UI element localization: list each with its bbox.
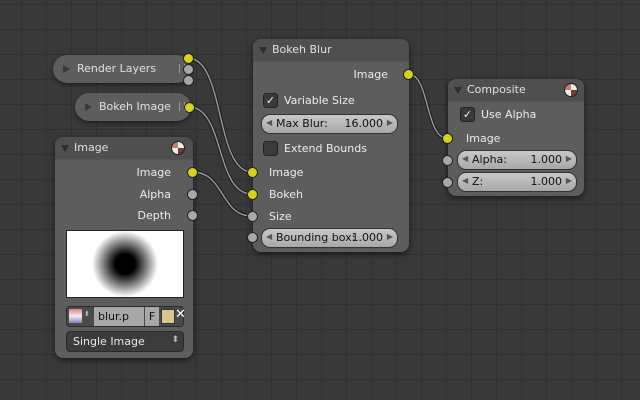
source-value: Single Image [73, 335, 145, 348]
render-layers-image-socket[interactable] [183, 53, 194, 64]
alpha-output-socket[interactable] [187, 189, 198, 200]
collapse-icon[interactable] [259, 47, 267, 54]
output-alpha-label: Alpha [139, 188, 171, 201]
composite-image-socket[interactable] [442, 133, 453, 144]
fake-user-button[interactable]: F [145, 307, 159, 326]
composite-z-socket[interactable] [442, 177, 453, 188]
blur-image-input-socket[interactable] [247, 167, 258, 178]
blur-output-socket[interactable] [403, 69, 414, 80]
expand-icon[interactable] [85, 103, 92, 111]
image-output-socket[interactable] [187, 167, 198, 178]
node-title: Bokeh Image [99, 100, 171, 113]
node-editor[interactable]: Render Layers Bokeh Image Image Image Al… [0, 0, 640, 400]
use-alpha-label: Use Alpha [481, 108, 537, 121]
preview-toggle-icon[interactable] [171, 141, 185, 155]
link-image-to-size [191, 171, 253, 217]
bounding-box-label: Bounding box: [276, 231, 356, 244]
blur-bbox-input-socket[interactable] [247, 232, 258, 243]
image-node[interactable]: Image Image Alpha Depth ⬍ blur.p F ✕ Sin… [55, 137, 193, 358]
alpha-value: 1.000 [530, 153, 563, 166]
render-layers-alpha-socket[interactable] [183, 64, 194, 75]
use-alpha-checkbox[interactable]: ✓ [460, 107, 475, 122]
alpha-label: Alpha: [472, 153, 507, 166]
collapse-icon[interactable] [454, 87, 462, 94]
node-title: Composite [467, 83, 526, 96]
output-image-label: Image [353, 68, 388, 81]
render-layers-z-socket[interactable] [183, 75, 194, 86]
z-value: 1.000 [530, 175, 563, 188]
blur-bokeh-input-socket[interactable] [247, 189, 258, 200]
input-bokeh-label: Bokeh [269, 188, 303, 201]
blur-size-input-socket[interactable] [247, 211, 258, 222]
open-folder-icon[interactable] [161, 309, 175, 324]
max-blur-value: 16.000 [344, 117, 384, 130]
source-select[interactable]: Single Image ⬍ [66, 331, 184, 352]
unlink-close-icon[interactable]: ✕ [175, 307, 186, 322]
input-image-label: Image [466, 132, 501, 145]
image-preview [66, 230, 184, 298]
node-title: Image [74, 141, 109, 154]
composite-node[interactable]: Composite ✓ Use Alpha Image ◀ Alpha: 1.00… [448, 79, 584, 196]
bokeh-image-node[interactable]: Bokeh Image [75, 93, 191, 121]
output-depth-label: Depth [137, 209, 171, 222]
max-blur-field[interactable]: ◀ Max Blur: 16.000 ▶ [261, 114, 398, 134]
z-label: Z: [472, 175, 484, 188]
max-blur-label: Max Blur: [276, 117, 328, 130]
link-blur-to-composite [407, 73, 448, 139]
collapse-icon[interactable] [61, 145, 69, 152]
image-browse-icon[interactable] [69, 309, 82, 323]
bokeh-image-socket[interactable] [184, 102, 195, 113]
depth-output-socket[interactable] [187, 210, 198, 221]
output-image-label: Image [136, 166, 171, 179]
alpha-field[interactable]: ◀ Alpha: 1.000 ▶ [457, 150, 577, 170]
render-layers-node[interactable]: Render Layers [53, 55, 191, 83]
image-browse-row: ⬍ blur.p F ✕ [66, 306, 186, 327]
z-field[interactable]: ◀ Z: 1.000 ▶ [457, 172, 577, 192]
bokeh-blur-node[interactable]: Bokeh Blur Image ✓ Variable Size ◀ Max Bl… [253, 39, 409, 252]
input-image-label: Image [269, 166, 304, 179]
node-title: Bokeh Blur [272, 43, 332, 56]
expand-icon[interactable] [63, 65, 70, 73]
node-title: Render Layers [77, 62, 157, 75]
variable-size-checkbox[interactable]: ✓ [263, 93, 278, 108]
variable-size-label: Variable Size [284, 94, 355, 107]
image-name-field[interactable]: blur.p [94, 307, 144, 326]
composite-alpha-socket[interactable] [442, 155, 453, 166]
extend-bounds-label: Extend Bounds [284, 142, 367, 155]
bounding-box-value: 1.000 [351, 231, 384, 244]
preview-toggle-icon[interactable] [564, 83, 578, 97]
chevron-updown-icon: ⬍ [171, 335, 179, 345]
input-size-label: Size [269, 210, 292, 223]
bounding-box-field[interactable]: ◀ Bounding box: 1.000 ▶ [261, 228, 398, 248]
extend-bounds-checkbox[interactable] [263, 141, 278, 156]
